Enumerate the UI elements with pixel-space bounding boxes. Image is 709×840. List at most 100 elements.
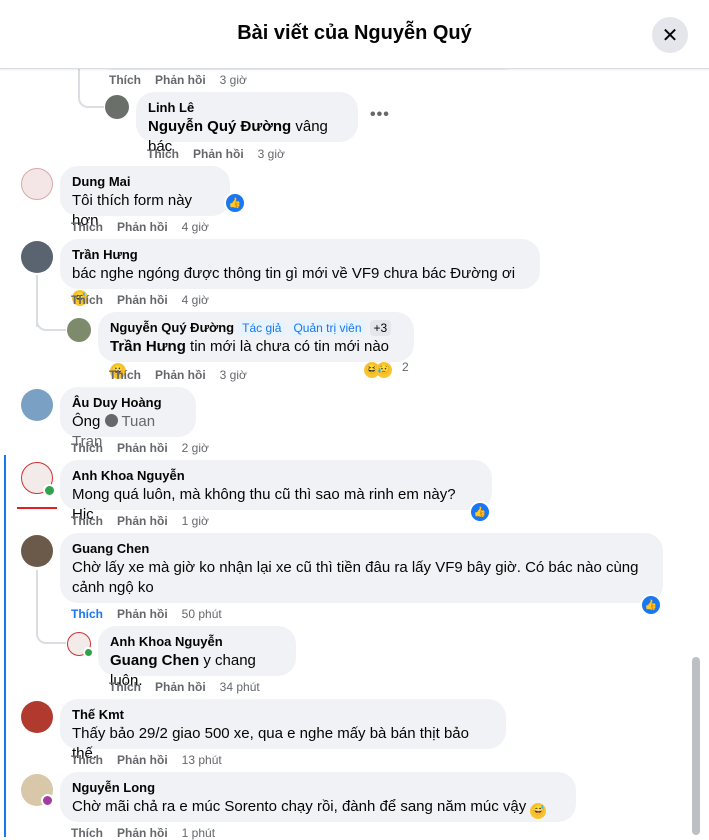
close-button[interactable]: ✕ [652, 17, 688, 53]
reply-button[interactable]: Phản hồi [117, 607, 168, 621]
comment-author[interactable]: Nguyễn Quý Đường Tác giả Quản trị viên +3 [110, 320, 402, 336]
comment-actions: Thích Phản hồi 13 phút [71, 753, 236, 767]
comment-time: 4 giờ [181, 293, 209, 307]
comment-time: 34 phút [219, 680, 260, 694]
comment-bubble: Âu Duy Hoàng Ông Tuan Tran [60, 387, 196, 450]
comment-bubble: Anh Khoa Nguyễn Guang Chen y chang luôn. [98, 626, 296, 689]
mention[interactable]: Nguyễn Quý Đường [148, 118, 291, 135]
comment-text: Chờ mãi chả ra e múc Sorento chạy rồi, đ… [72, 797, 564, 819]
like-button[interactable]: Thích [71, 514, 103, 528]
like-button[interactable]: Thích [147, 147, 179, 161]
underline-marker [17, 507, 57, 509]
comment-bubble: Thế Kmt Thấy bảo 29/2 giao 500 xe, qua e… [60, 699, 506, 762]
comment-actions: Thích Phản hồi 1 giờ [71, 514, 223, 528]
online-status-icon [83, 647, 94, 658]
comment-actions: Thích Phản hồi 3 giờ [147, 147, 299, 161]
comment-time: 4 giờ [181, 220, 209, 234]
dialog-title: Bài viết của Nguyễn Quý [237, 22, 472, 44]
reply-button[interactable]: Phản hồi [117, 826, 168, 840]
admin-badge: Quản trị viên [289, 320, 366, 336]
comment-bubble: Guang Chen Chờ lấy xe mà giờ ko nhận lại… [60, 533, 663, 603]
scrollbar-thumb[interactable] [692, 657, 700, 835]
comment-text: Chờ lấy xe mà giờ ko nhận lại xe cũ thì … [72, 559, 639, 596]
comment-bubble: Linh Lê Nguyễn Quý Đường vâng bác [136, 92, 358, 155]
like-reaction-icon[interactable]: 👍 [640, 594, 662, 616]
comment-actions: Thích Phản hồi 3 giờ [109, 73, 261, 87]
reply-button[interactable]: Phản hồi [155, 368, 206, 382]
comment-author[interactable]: Linh Lê [148, 100, 346, 116]
reply-button[interactable]: Phản hồi [193, 147, 244, 161]
comment-author[interactable]: Âu Duy Hoàng [72, 395, 184, 411]
more-badges[interactable]: +3 [369, 320, 392, 336]
comment-bubble: Trần Hưng bác nghe ngóng được thông tin … [60, 239, 540, 306]
like-button[interactable]: Thích [109, 680, 141, 694]
comment-time: 1 giờ [181, 514, 209, 528]
highlight-bar [4, 455, 6, 837]
comment-actions: Thích Phản hồi 4 giờ [71, 220, 223, 234]
like-button[interactable]: Thích [71, 441, 103, 455]
avatar[interactable] [67, 318, 91, 342]
online-status-icon [43, 484, 56, 497]
avatar[interactable] [105, 95, 129, 119]
avatar[interactable] [21, 389, 53, 421]
user-icon [104, 414, 118, 427]
comment-bubble: Nguyễn Quý Đường Tác giả Quản trị viên +3 T… [98, 312, 414, 379]
comment-actions: Thích Phản hồi 1 phút [71, 826, 229, 840]
avatar[interactable] [21, 535, 53, 567]
close-icon: ✕ [661, 24, 679, 47]
like-button[interactable]: Thích [71, 753, 103, 767]
reaction-summary[interactable]: 😆😥 [364, 357, 392, 378]
comment-actions: Thích Phản hồi 2 giờ [71, 441, 223, 455]
more-options-icon[interactable]: ••• [370, 106, 390, 124]
thread-elbow [36, 618, 66, 644]
grin-emoji-icon: 😅 [530, 803, 547, 819]
comment-author[interactable]: Nguyễn Long [72, 780, 564, 796]
thread-line [36, 570, 38, 620]
thread-line [78, 68, 104, 108]
like-button[interactable]: Thích [71, 293, 103, 307]
comment-bubble: Nguyễn Long Chờ mãi chả ra e múc Sorento… [60, 772, 576, 822]
comment-time: 3 giờ [219, 368, 247, 382]
status-icon [41, 794, 54, 807]
comment-author[interactable]: Anh Khoa Nguyễn [110, 634, 284, 650]
comment-actions: Thích Phản hồi 4 giờ [71, 293, 223, 307]
comment-author[interactable]: Anh Khoa Nguyễn [72, 468, 480, 484]
mention[interactable]: Trần Hưng [110, 338, 186, 355]
comment-actions: Thích Phản hồi 50 phút [71, 607, 236, 621]
avatar[interactable] [21, 701, 53, 733]
sad-reaction-icon: 😥 [376, 362, 392, 378]
like-button[interactable]: Thích [109, 368, 141, 382]
comment-time: 2 giờ [181, 441, 209, 455]
comment-time: 50 phút [181, 607, 222, 621]
thread-elbow [36, 305, 66, 331]
reply-button[interactable]: Phản hồi [117, 514, 168, 528]
avatar[interactable] [21, 241, 53, 273]
reaction-count: 2 [402, 360, 409, 374]
like-button[interactable]: Thích [71, 220, 103, 234]
comment-time: 1 phút [181, 826, 216, 840]
reply-button[interactable]: Phản hồi [117, 293, 168, 307]
like-button[interactable]: Thích [109, 73, 141, 87]
mention[interactable]: Guang Chen [110, 652, 199, 669]
reply-button[interactable]: Phản hồi [155, 73, 206, 87]
comment-bubble: Anh Khoa Nguyễn Mong quá luôn, mà không … [60, 460, 492, 523]
dialog-header: Bài viết của Nguyễn Quý ✕ [0, 0, 709, 69]
comment-bubble: Dung Mai Tôi thích form này hơn [60, 166, 230, 229]
reply-button[interactable]: Phản hồi [155, 680, 206, 694]
like-button[interactable]: Thích [71, 607, 103, 621]
reply-button[interactable]: Phản hồi [117, 441, 168, 455]
comment-author[interactable]: Dung Mai [72, 174, 218, 190]
comment-time: 3 giờ [219, 73, 247, 87]
like-reaction-icon[interactable]: 👍 [224, 192, 246, 214]
like-button[interactable]: Thích [71, 826, 103, 840]
like-reaction-icon[interactable]: 👍 [469, 501, 491, 523]
reply-button[interactable]: Phản hồi [117, 220, 168, 234]
comment-author[interactable]: Trần Hưng [72, 247, 528, 263]
avatar[interactable] [21, 168, 53, 200]
comment-actions: Thích Phản hồi 34 phút [109, 680, 274, 694]
comment-author[interactable]: Thế Kmt [72, 707, 494, 723]
comment-time: 13 phút [181, 753, 222, 767]
comment-author[interactable]: Guang Chen [72, 541, 651, 557]
comment-time: 3 giờ [257, 147, 285, 161]
reply-button[interactable]: Phản hồi [117, 753, 168, 767]
